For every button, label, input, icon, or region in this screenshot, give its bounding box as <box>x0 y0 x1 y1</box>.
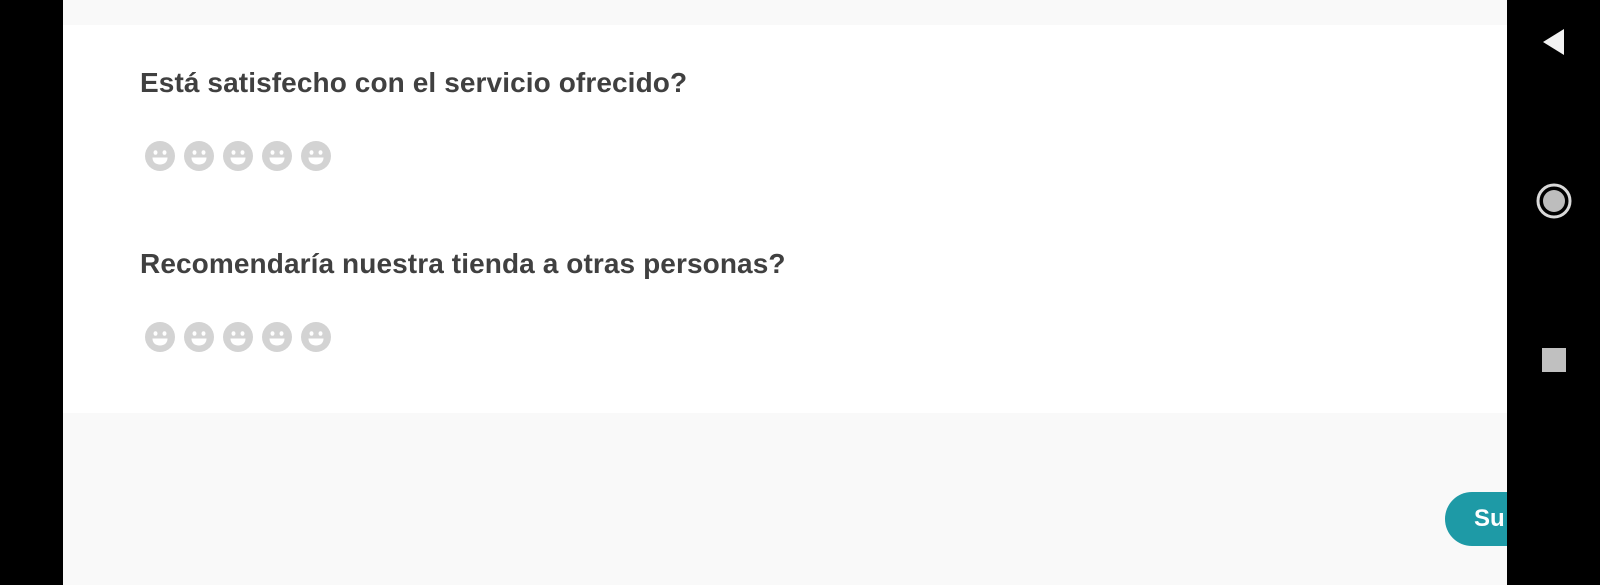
smiley-face-icon[interactable] <box>184 322 214 352</box>
smiley-face-icon[interactable] <box>184 141 214 171</box>
smiley-face-icon[interactable] <box>262 322 292 352</box>
home-circle-icon <box>1536 183 1571 219</box>
satisfaction-rating <box>145 141 331 171</box>
smiley-face-icon[interactable] <box>301 322 331 352</box>
submit-button[interactable]: Su <box>1445 492 1507 546</box>
recents-button[interactable] <box>1507 340 1600 380</box>
home-button[interactable] <box>1507 180 1600 222</box>
back-button[interactable] <box>1507 22 1600 62</box>
question-satisfaction: Está satisfecho con el servicio ofrecido… <box>140 67 688 98</box>
smiley-face-icon[interactable] <box>145 322 175 352</box>
android-navigation-bar <box>1507 0 1600 585</box>
survey-card: Está satisfecho con el servicio ofrecido… <box>63 25 1507 413</box>
smiley-face-icon[interactable] <box>223 141 253 171</box>
smiley-face-icon[interactable] <box>145 141 175 171</box>
back-triangle-icon <box>1542 29 1564 55</box>
survey-screen: Está satisfecho con el servicio ofrecido… <box>63 0 1507 585</box>
smiley-face-icon[interactable] <box>223 322 253 352</box>
question-recommendation: Recomendaría nuestra tienda a otras pers… <box>140 248 786 279</box>
left-screen-edge <box>0 0 63 585</box>
smiley-face-icon[interactable] <box>262 141 292 171</box>
recents-square-icon <box>1541 348 1566 372</box>
recommendation-rating <box>145 322 331 352</box>
smiley-face-icon[interactable] <box>301 141 331 171</box>
